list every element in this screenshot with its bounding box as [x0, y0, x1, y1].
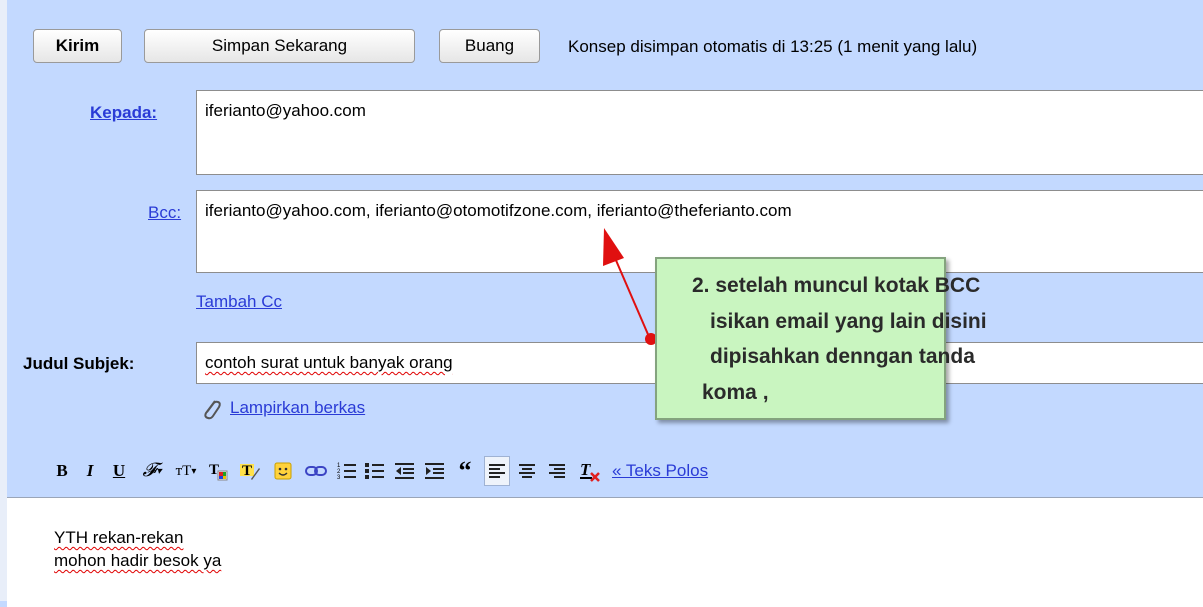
- subject-field-value: contoh surat untuk banyak orang: [205, 353, 453, 372]
- subject-label: Judul Subjek:: [23, 354, 135, 373]
- numbered-list-icon[interactable]: 123: [336, 458, 358, 484]
- font-icon[interactable]: 𝓕 ▾: [138, 458, 166, 484]
- svg-text:3: 3: [337, 475, 341, 481]
- bold-icon[interactable]: B: [51, 458, 73, 484]
- save-now-button[interactable]: Simpan Sekarang: [144, 29, 415, 63]
- paperclip-icon: [200, 397, 222, 421]
- annotation-callout: 2. setelah muncul kotak BCC isikan email…: [655, 257, 987, 420]
- quote-icon[interactable]: “: [454, 456, 476, 485]
- underline-icon[interactable]: U: [108, 458, 130, 484]
- emoticon-icon[interactable]: [272, 458, 294, 484]
- highlight-icon[interactable]: T: [238, 458, 262, 484]
- callout-line-2: isikan email yang lain disini: [710, 310, 987, 333]
- align-center-icon[interactable]: [516, 458, 538, 484]
- callout-line-4: koma ,: [702, 381, 769, 404]
- left-edge: [0, 0, 7, 601]
- remove-formatting-icon[interactable]: T: [578, 458, 602, 484]
- align-left-icon[interactable]: [484, 456, 510, 486]
- body-line-2: mohon hadir besok ya: [54, 551, 222, 570]
- send-button[interactable]: Kirim: [33, 29, 122, 63]
- bcc-field-value: iferianto@yahoo.com, iferianto@otomotifz…: [205, 201, 792, 220]
- callout-line-3: dipisahkan denngan tanda: [710, 345, 975, 368]
- bullet-list-icon[interactable]: [364, 458, 386, 484]
- plain-text-link[interactable]: « Teks Polos: [612, 458, 742, 484]
- indent-less-icon[interactable]: [394, 458, 416, 484]
- message-body-editor[interactable]: YTH rekan-rekan mohon hadir besok ya: [7, 497, 1203, 607]
- link-icon[interactable]: [304, 458, 328, 484]
- align-right-icon[interactable]: [546, 458, 568, 484]
- attach-file-link[interactable]: Lampirkan berkas: [230, 398, 365, 418]
- autosave-status: Konsep disimpan otomatis di 13:25 (1 men…: [568, 37, 978, 56]
- indent-more-icon[interactable]: [424, 458, 446, 484]
- to-field-value: iferianto@yahoo.com: [205, 101, 366, 120]
- to-label-link[interactable]: Kepada:: [90, 103, 157, 123]
- text-color-icon[interactable]: T: [206, 458, 230, 484]
- italic-icon[interactable]: I: [79, 458, 101, 484]
- svg-text:T: T: [242, 463, 252, 479]
- bcc-label-link[interactable]: Bcc:: [148, 203, 181, 223]
- callout-line-1: 2. setelah muncul kotak BCC: [692, 274, 981, 297]
- svg-text:T: T: [580, 460, 591, 479]
- add-cc-link[interactable]: Tambah Cc: [196, 292, 282, 312]
- to-field[interactable]: iferianto@yahoo.com: [196, 90, 1203, 175]
- body-line-1: YTH rekan-rekan: [54, 528, 184, 547]
- discard-button[interactable]: Buang: [439, 29, 540, 63]
- text-size-icon[interactable]: тT ▾: [172, 458, 200, 484]
